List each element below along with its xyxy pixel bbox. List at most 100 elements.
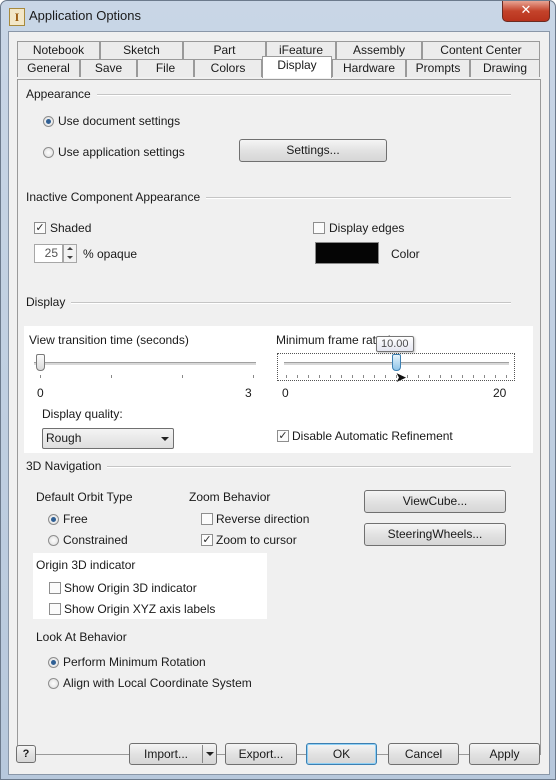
tab-hardware[interactable]: Hardware [332, 59, 406, 77]
min-frame-rate-tick [396, 375, 397, 378]
shaded-checkbox[interactable]: ✓ [34, 222, 46, 234]
perform-min-rotation-radio[interactable] [48, 657, 59, 668]
min-frame-rate-tick [484, 375, 485, 378]
chevron-down-icon [161, 437, 169, 441]
mouse-pointer-icon: ➤ [395, 370, 407, 386]
min-frame-rate-min-label: 0 [282, 386, 289, 400]
tab-general[interactable]: General [17, 59, 80, 77]
min-frame-rate-label: Minimum frame rate ( [276, 333, 391, 347]
tab-display[interactable]: Display [262, 56, 332, 78]
inactive-color-swatch[interactable] [315, 242, 379, 264]
opacity-spinner[interactable] [63, 244, 77, 263]
display-edges-label: Display edges [329, 221, 405, 235]
tab-notebook[interactable]: Notebook [17, 41, 100, 59]
use-application-settings-label: Use application settings [58, 145, 185, 159]
orbit-constrained-label: Constrained [63, 533, 128, 547]
tab-prompts[interactable]: Prompts [406, 59, 470, 77]
show-xyz-checkbox[interactable] [49, 603, 61, 615]
reverse-direction-label: Reverse direction [216, 512, 310, 526]
origin-indicator-label: Origin 3D indicator [36, 558, 136, 572]
disable-refinement-checkbox[interactable]: ✓ [277, 430, 289, 442]
export-button[interactable]: Export... [225, 743, 297, 765]
steeringwheels-button[interactable]: SteeringWheels... [364, 523, 506, 546]
title-bar[interactable]: I Application Options ✕ [1, 1, 555, 31]
help-button[interactable]: ? [16, 745, 36, 763]
view-transition-tick [40, 375, 41, 378]
opacity-input[interactable]: 25 [34, 244, 63, 263]
min-frame-rate-tick [308, 375, 309, 378]
display-group-label: Display [26, 295, 72, 309]
orbit-constrained-radio[interactable] [48, 535, 59, 546]
zoom-to-cursor-label: Zoom to cursor [216, 533, 297, 547]
display-tab-panel: Appearance Use document settings Use app… [17, 79, 541, 755]
view-transition-label: View transition time (seconds) [29, 333, 189, 347]
import-label: Import... [143, 747, 188, 761]
close-button[interactable]: ✕ [502, 1, 550, 22]
tab-colors[interactable]: Colors [194, 59, 262, 77]
disable-refinement-label: Disable Automatic Refinement [292, 429, 453, 443]
import-split-button[interactable]: Import... [129, 743, 217, 765]
view-transition-tick [253, 375, 254, 378]
spin-up-icon[interactable] [67, 247, 73, 250]
look-at-behavior-label: Look At Behavior [36, 630, 127, 644]
spin-down-icon[interactable] [67, 256, 73, 259]
orbit-type-label: Default Orbit Type [36, 490, 133, 504]
inactive-group-label: Inactive Component Appearance [26, 190, 207, 204]
orbit-free-radio[interactable] [48, 514, 59, 525]
min-frame-rate-tick [319, 375, 320, 378]
tab-assembly[interactable]: Assembly [336, 41, 422, 59]
chevron-down-icon[interactable] [206, 752, 214, 756]
opacity-unit-label: % opaque [83, 247, 138, 261]
application-options-window: I Application Options ✕ Notebook Sketch … [0, 0, 556, 780]
min-frame-rate-tick [385, 375, 386, 378]
apply-button[interactable]: Apply [469, 743, 540, 765]
appearance-divider [26, 94, 511, 96]
display-edges-checkbox[interactable] [313, 222, 325, 234]
use-application-settings-radio[interactable] [43, 147, 54, 158]
min-frame-rate-tick [506, 375, 507, 378]
tab-drawing[interactable]: Drawing [470, 59, 540, 77]
help-icon: ? [22, 748, 30, 760]
min-frame-rate-max-label: 20 [493, 386, 507, 400]
display-quality-select[interactable]: Rough [42, 428, 174, 449]
min-frame-rate-tick [473, 375, 474, 378]
settings-button[interactable]: Settings... [239, 139, 387, 162]
display-quality-label: Display quality: [42, 407, 123, 421]
view-transition-track[interactable] [34, 362, 256, 366]
use-document-settings-radio[interactable] [43, 116, 54, 127]
align-local-radio[interactable] [48, 678, 59, 689]
show-origin-checkbox[interactable] [49, 582, 61, 594]
app-logo-icon: I [9, 8, 25, 26]
min-frame-rate-tick [374, 375, 375, 378]
perform-min-rotation-label: Perform Minimum Rotation [63, 655, 206, 669]
view-transition-min-label: 0 [37, 386, 44, 400]
min-frame-rate-tick [286, 375, 287, 378]
dialog-client: Notebook Sketch Part iFeature Assembly C… [8, 31, 550, 775]
view-transition-max-label: 3 [245, 386, 252, 400]
tab-file[interactable]: File [137, 59, 194, 77]
min-frame-rate-tick [495, 375, 496, 378]
cancel-button[interactable]: Cancel [388, 743, 459, 765]
zoom-to-cursor-checkbox[interactable]: ✓ [201, 534, 213, 546]
show-xyz-label: Show Origin XYZ axis labels [64, 602, 216, 616]
orbit-free-label: Free [63, 512, 88, 526]
tab-save[interactable]: Save [80, 59, 137, 77]
tab-content-center[interactable]: Content Center [422, 41, 540, 59]
min-frame-rate-tick [352, 375, 353, 378]
use-document-settings-label: Use document settings [58, 114, 181, 128]
min-frame-rate-tick [440, 375, 441, 378]
color-label: Color [391, 247, 420, 261]
view-transition-slider-thumb[interactable] [36, 354, 45, 371]
min-frame-rate-tick [451, 375, 452, 378]
min-frame-rate-tooltip: 10.00 [376, 336, 414, 352]
reverse-direction-checkbox[interactable] [201, 513, 213, 525]
window-title: Application Options [29, 8, 142, 23]
ok-button[interactable]: OK [306, 743, 377, 765]
align-local-label: Align with Local Coordinate System [63, 676, 252, 690]
viewcube-button[interactable]: ViewCube... [364, 490, 506, 513]
view-transition-tick [111, 375, 112, 378]
min-frame-rate-slider-thumb[interactable] [392, 354, 401, 371]
tab-sketch[interactable]: Sketch [100, 41, 183, 59]
tab-part[interactable]: Part [183, 41, 266, 59]
min-frame-rate-tick [429, 375, 430, 378]
